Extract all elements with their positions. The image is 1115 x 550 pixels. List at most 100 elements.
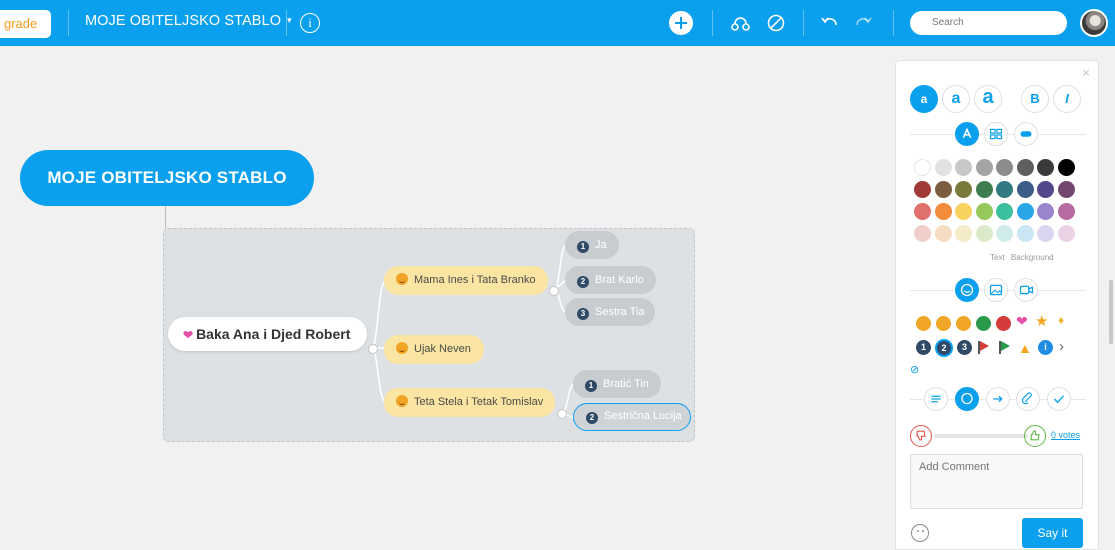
color-swatch[interactable]: [1037, 203, 1054, 220]
color-swatch[interactable]: [975, 203, 993, 220]
bold-button[interactable]: B: [1021, 85, 1049, 113]
tab-comments[interactable]: [955, 387, 979, 411]
collapse-toggle[interactable]: [368, 344, 378, 354]
color-swatch[interactable]: [934, 203, 952, 220]
neutral-marker-icon[interactable]: [936, 316, 951, 331]
tab-attachments[interactable]: [1016, 387, 1040, 411]
tab-links[interactable]: [986, 387, 1010, 411]
color-swatch[interactable]: [1016, 225, 1034, 242]
topic-ujak[interactable]: Ujak Neven: [384, 335, 484, 364]
color-swatch[interactable]: [955, 181, 972, 198]
no-marker-icon[interactable]: ⊘: [910, 363, 919, 376]
color-swatch[interactable]: [1037, 225, 1054, 242]
color-swatch[interactable]: [1057, 159, 1075, 176]
relationship-icon[interactable]: [730, 12, 752, 34]
color-swatch[interactable]: [1057, 181, 1075, 198]
topic-teta-tetak[interactable]: Teta Stela i Tetak Tomislav: [384, 388, 555, 417]
redo-icon[interactable]: [852, 12, 874, 34]
no-entry-icon[interactable]: [765, 12, 787, 34]
topic-sestricna-lucija[interactable]: 2 Sestrična Lucija: [573, 403, 691, 431]
color-swatch[interactable]: [1037, 181, 1054, 198]
say-it-button[interactable]: Say it: [1022, 518, 1083, 548]
smile-icon: [960, 283, 974, 297]
color-swatch[interactable]: [914, 181, 931, 198]
scrollbar[interactable]: [1109, 280, 1113, 344]
font-size-large-button[interactable]: a: [974, 85, 1002, 113]
avatar[interactable]: [1080, 9, 1108, 37]
upgrade-button[interactable]: grade: [0, 10, 51, 38]
star-marker-icon[interactable]: ★: [1035, 312, 1048, 330]
priority-3-marker-icon[interactable]: 3: [957, 340, 972, 355]
color-swatch[interactable]: [975, 181, 993, 198]
add-node-icon[interactable]: [669, 11, 693, 35]
undo-icon[interactable]: [819, 12, 841, 34]
topic-mama-tata[interactable]: Mama Ines i Tata Branko: [384, 266, 548, 295]
priority-1-marker-icon[interactable]: 1: [916, 340, 931, 355]
votes-link[interactable]: 0 votes: [1051, 430, 1080, 440]
tab-layout[interactable]: [984, 122, 1008, 146]
green-flag-marker-icon[interactable]: [999, 341, 1010, 354]
color-swatch[interactable]: [996, 203, 1013, 220]
topic-bratic-tin[interactable]: 1 Bratić Tin: [573, 370, 661, 398]
color-swatch[interactable]: [955, 203, 972, 220]
tab-image[interactable]: [984, 278, 1008, 302]
text-color-label[interactable]: Text: [990, 253, 1005, 262]
smile-marker-icon[interactable]: [916, 316, 931, 331]
color-swatch[interactable]: [955, 159, 972, 176]
color-swatch[interactable]: [955, 225, 972, 242]
tab-text-style[interactable]: [955, 122, 979, 146]
color-swatch[interactable]: [914, 225, 931, 242]
bulb-marker-icon[interactable]: ♦: [1058, 313, 1064, 327]
color-swatch[interactable]: [1016, 181, 1034, 198]
warning-marker-icon[interactable]: ▲: [1018, 340, 1032, 356]
color-swatch[interactable]: [934, 225, 952, 242]
thumbs-down-icon[interactable]: [910, 425, 932, 447]
comment-input[interactable]: [910, 454, 1083, 509]
info-icon[interactable]: i: [300, 13, 320, 33]
map-title-text: MOJE OBITELJSKO STABLO: [85, 13, 282, 29]
sad-marker-icon[interactable]: [956, 316, 971, 331]
color-swatch[interactable]: [934, 159, 952, 176]
font-size-small-button[interactable]: a: [910, 85, 938, 113]
color-swatch[interactable]: [996, 225, 1013, 242]
color-swatch[interactable]: [1016, 203, 1034, 220]
topic-ja[interactable]: 1 Ja: [565, 231, 619, 259]
search-input[interactable]: [910, 11, 1067, 35]
heart-marker-icon[interactable]: ❤: [1016, 313, 1028, 330]
color-swatch[interactable]: [996, 181, 1013, 198]
color-swatch[interactable]: [996, 159, 1013, 176]
thumbs-up-icon[interactable]: [1024, 425, 1046, 447]
collapse-toggle[interactable]: [549, 286, 559, 296]
tab-video[interactable]: [1014, 278, 1038, 302]
parent-topic[interactable]: ❤ Baka Ana i Djed Robert: [168, 317, 367, 351]
emoji-icon[interactable]: [911, 524, 929, 542]
tab-shape[interactable]: [1014, 122, 1038, 146]
info-marker-icon[interactable]: i: [1038, 340, 1053, 355]
color-swatch[interactable]: [1057, 225, 1075, 242]
check-marker-icon[interactable]: [976, 316, 991, 331]
map-title-menu[interactable]: MOJE OBITELJSKO STABLO ▾: [85, 13, 292, 29]
color-swatch[interactable]: [1037, 159, 1054, 176]
tab-tasks[interactable]: [1047, 387, 1071, 411]
tab-notes[interactable]: [924, 387, 948, 411]
color-swatch[interactable]: [914, 203, 931, 220]
priority-2-marker-icon[interactable]: 2: [935, 339, 953, 357]
background-color-label[interactable]: Background: [1011, 253, 1054, 262]
font-size-medium-button[interactable]: a: [942, 85, 970, 113]
close-icon[interactable]: ×: [1082, 65, 1090, 80]
collapse-toggle[interactable]: [557, 409, 567, 419]
italic-button[interactable]: I: [1053, 85, 1081, 113]
color-swatch[interactable]: [1057, 203, 1075, 220]
red-flag-marker-icon[interactable]: [978, 341, 989, 354]
cross-marker-icon[interactable]: [996, 316, 1011, 331]
topic-brat-karlo[interactable]: 2 Brat Karlo: [565, 266, 656, 294]
color-swatch[interactable]: [914, 159, 931, 176]
color-swatch[interactable]: [975, 159, 993, 176]
color-swatch[interactable]: [934, 181, 952, 198]
root-topic[interactable]: MOJE OBITELJSKO STABLO: [20, 150, 314, 206]
more-markers-icon[interactable]: ›: [1059, 338, 1064, 355]
topic-sestra-tia[interactable]: 3 Sestra Tia: [565, 298, 655, 326]
tab-markers[interactable]: [955, 278, 979, 302]
color-swatch[interactable]: [1016, 159, 1034, 176]
color-swatch[interactable]: [975, 225, 993, 242]
